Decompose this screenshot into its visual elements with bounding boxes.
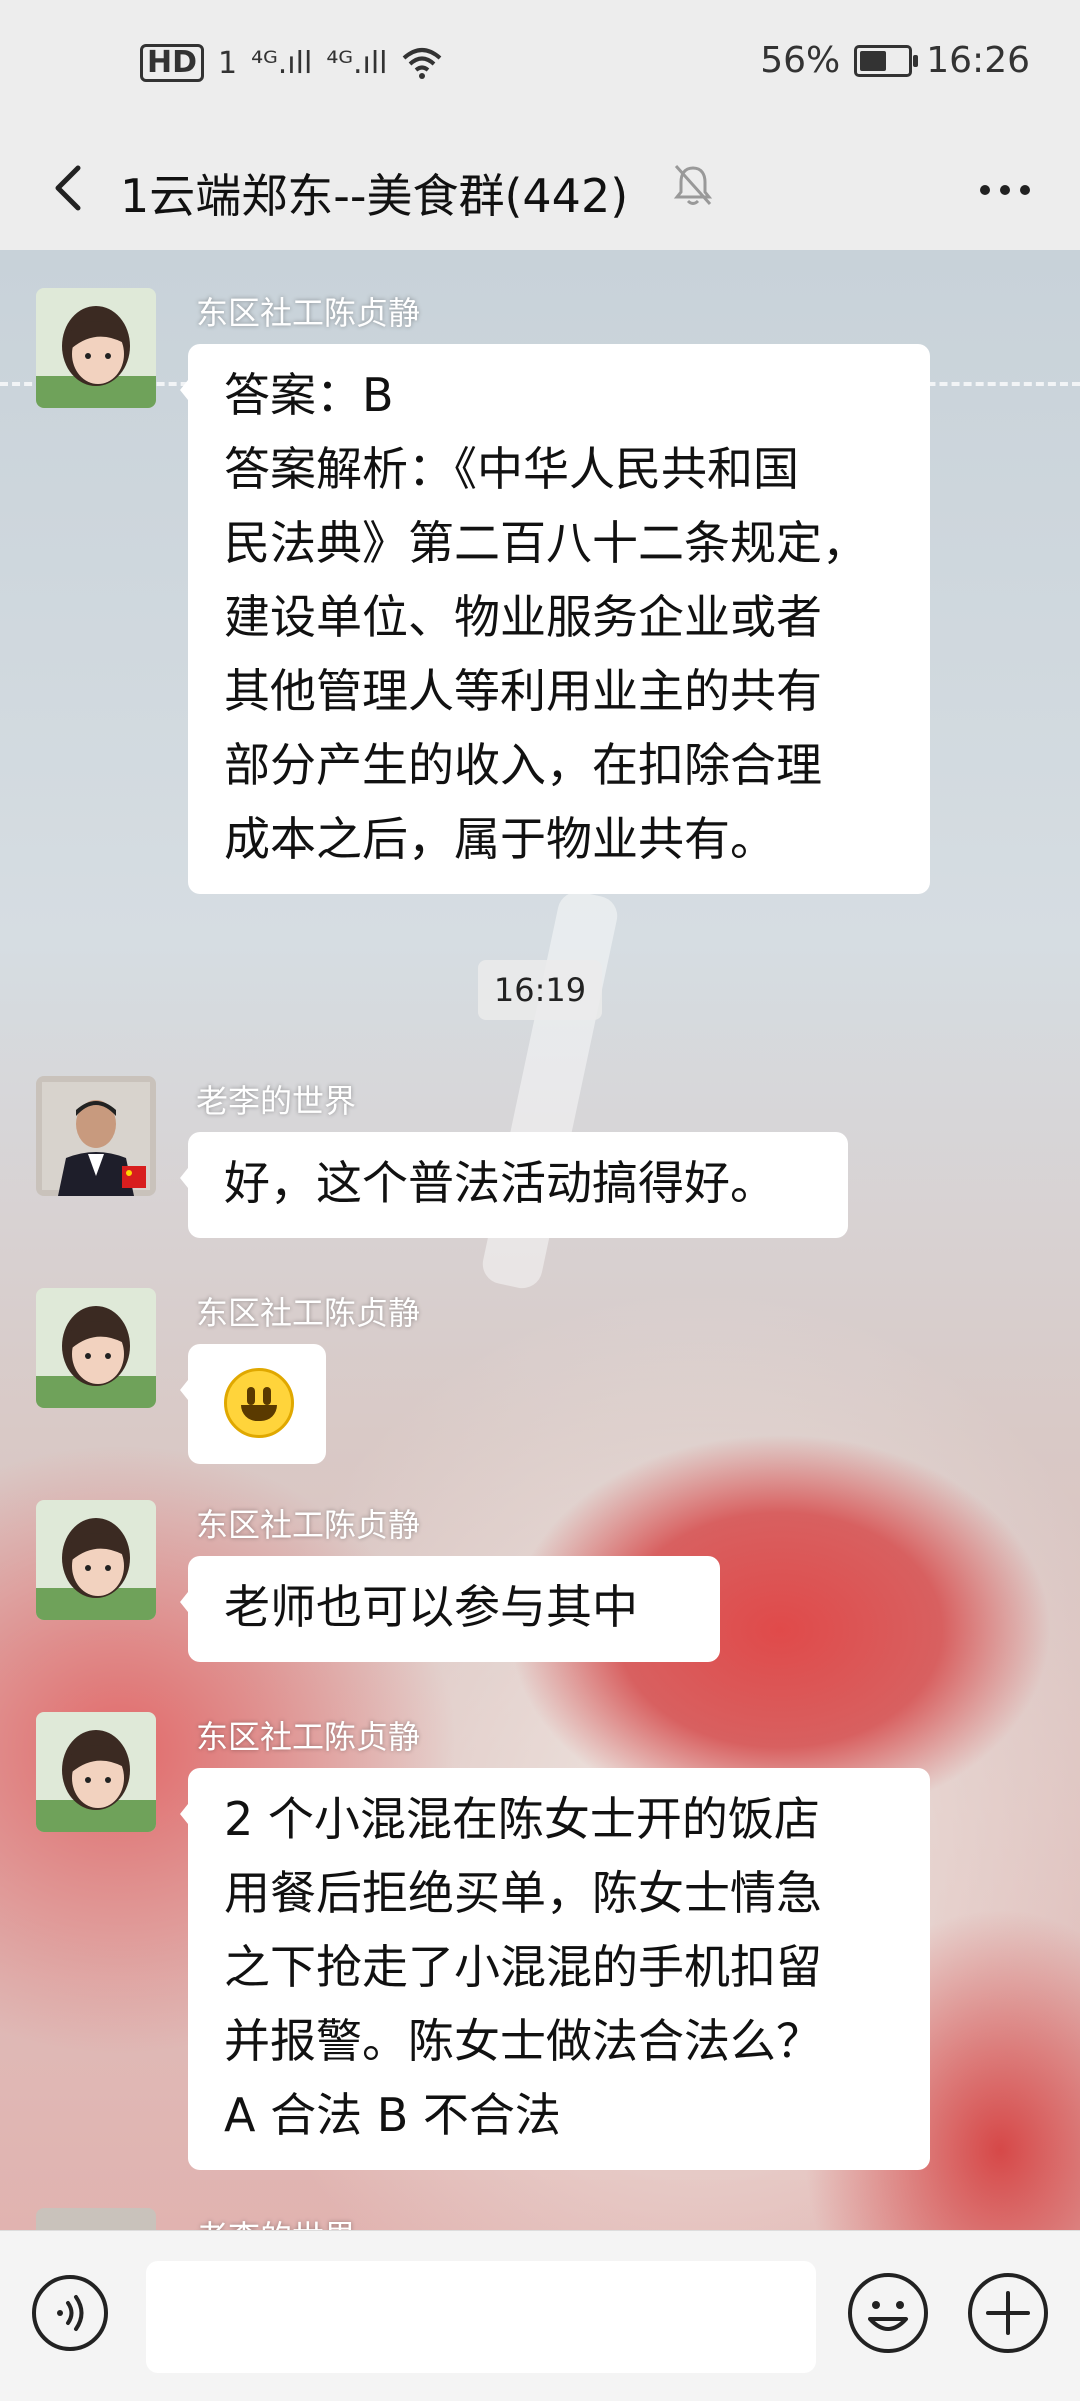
clock: 16:26	[926, 40, 1030, 81]
wifi-icon	[402, 48, 441, 79]
message-line: 答案：B	[224, 368, 394, 422]
voice-icon[interactable]	[30, 2273, 110, 2353]
message-bubble[interactable]: 好，这个普法活动搞得好。	[180, 1132, 848, 1238]
avatar[interactable]	[36, 288, 156, 408]
emoji-icon[interactable]	[846, 2271, 930, 2355]
avatar[interactable]	[36, 2208, 156, 2230]
battery-percent: 56%	[760, 40, 841, 81]
battery-level	[860, 50, 886, 71]
grinning-face-icon	[224, 1368, 294, 1438]
message-line: 老师也可以参与其中	[224, 1580, 638, 1634]
input-bar	[0, 2230, 1080, 2401]
chat-title: 1云端郑东--美食群(442)	[120, 169, 629, 223]
message-bubble[interactable]	[180, 1344, 326, 1464]
message-bubble[interactable]: 答案：B 答案解析：《中华人民共和国 民法典》第二百八十二条规定， 建设单位、物…	[180, 344, 930, 894]
signal-icon: ⁴ᴳ.ıll	[251, 45, 313, 81]
sender-name: 东区社工陈贞静	[196, 294, 421, 332]
sender-name: 东区社工陈贞静	[196, 1294, 421, 1332]
message-line: 答案解析：《中华人民共和国	[224, 442, 799, 496]
plus-icon[interactable]	[966, 2271, 1050, 2355]
message-line: 成本之后，属于物业共有。	[224, 812, 776, 866]
signal-icon: ⁴ᴳ.ıll	[326, 45, 388, 81]
avatar[interactable]	[36, 1076, 156, 1196]
sender-name: 东区社工陈贞静	[196, 1506, 421, 1544]
message-line: 用餐后拒绝买单，陈女士情急	[224, 1866, 822, 1920]
battery-icon	[854, 44, 919, 77]
bell-muted-icon	[673, 164, 713, 206]
hd-badge: HD	[140, 44, 205, 82]
message-line: 民法典》第二百八十二条规定，	[224, 516, 868, 570]
message-input[interactable]	[146, 2261, 816, 2373]
more-dots-icon[interactable]	[970, 155, 1040, 225]
avatar[interactable]	[36, 1288, 156, 1408]
chat-area[interactable]: 东区社工陈贞静 答案：B 答案解析：《中华人民共和国 民法典》第二百八十二条规定…	[0, 250, 1080, 2230]
avatar[interactable]	[36, 1500, 156, 1620]
message-line: 其他管理人等利用业主的共有	[224, 664, 822, 718]
message-bubble[interactable]: 老师也可以参与其中	[180, 1556, 720, 1662]
sender-name: 老李的世界	[196, 2212, 356, 2230]
message-line: A 合法 B 不合法	[224, 2088, 561, 2142]
timestamp: 16:19	[478, 960, 602, 1020]
avatar[interactable]	[36, 1712, 156, 1832]
sender-name: 东区社工陈贞静	[196, 1718, 421, 1756]
message-line: 并报警。陈女士做法合法么？	[224, 2014, 822, 2068]
message-line: 好，这个普法活动搞得好。	[224, 1156, 776, 1210]
chevron-left-icon[interactable]	[40, 158, 100, 218]
status-right: 56% 16:26	[760, 40, 1030, 81]
status-left: HD 1 ⁴ᴳ.ıll ⁴ᴳ.ıll	[140, 44, 442, 82]
message-line: 之下抢走了小混混的手机扣留	[224, 1940, 822, 1994]
message-bubble[interactable]: 2 个小混混在陈女士开的饭店 用餐后拒绝买单，陈女士情急 之下抢走了小混混的手机…	[180, 1768, 930, 2170]
message-line: 2 个小混混在陈女士开的饭店	[224, 1792, 820, 1846]
sender-name: 老李的世界	[196, 1082, 357, 1120]
message-line: 建设单位、物业服务企业或者	[224, 590, 822, 644]
status-bar: HD 1 ⁴ᴳ.ıll ⁴ᴳ.ıll 56% 16:26	[0, 0, 1080, 130]
sim-indicator: 1	[218, 45, 238, 81]
chat-header: 1云端郑东--美食群(442)	[0, 130, 1080, 250]
message-line: 部分产生的收入，在扣除合理	[224, 738, 822, 792]
